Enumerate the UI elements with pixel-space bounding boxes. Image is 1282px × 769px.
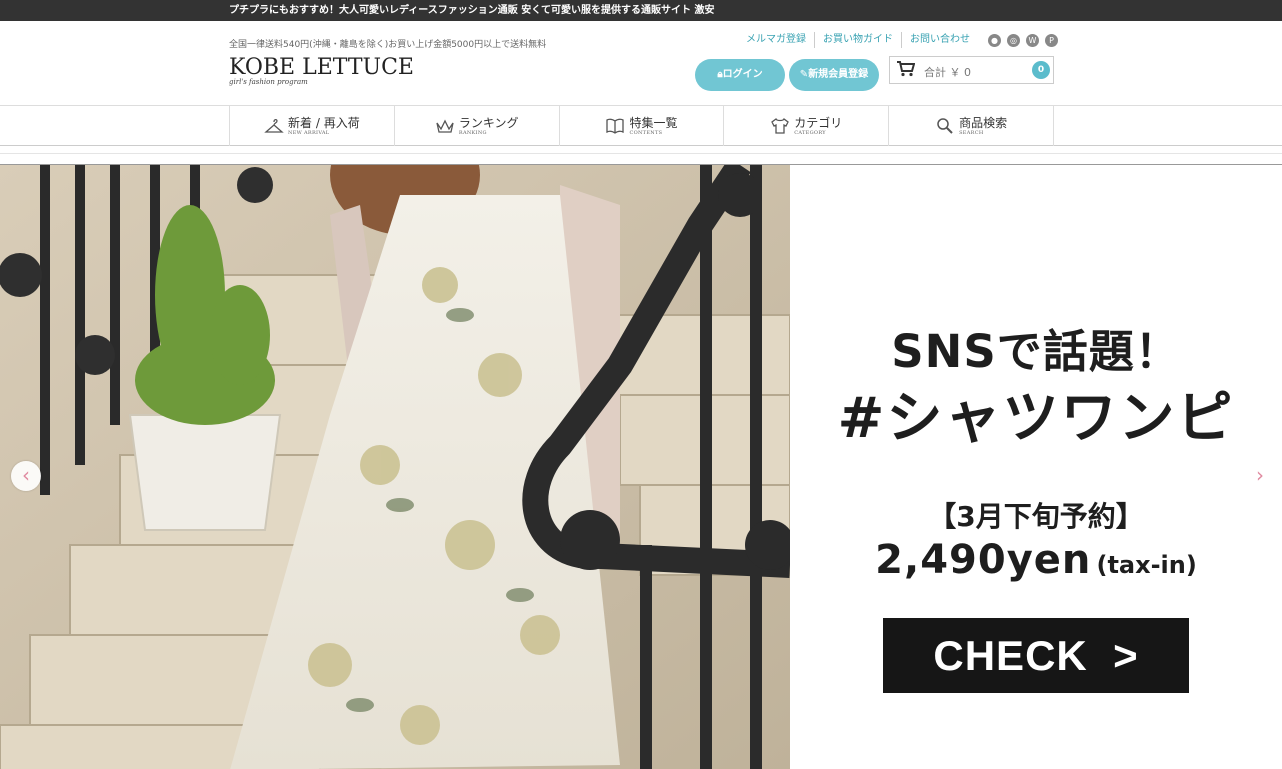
slider-next-button[interactable]: › [1250, 461, 1270, 491]
promo-reservation: 【3月下旬予約】 [928, 500, 1144, 533]
chevron-right-icon: > [1100, 632, 1139, 679]
site-header: 全国一律送料540円(沖縄・離島を除く)お買い上げ金額5000円以上で送料無料 … [0, 21, 1282, 106]
utility-links: メルマガ登録 お買い物ガイド お問い合わせ ● ◎ W P [738, 32, 1058, 48]
nav-label: カテゴリ [794, 115, 843, 130]
nav-ranking[interactable]: ランキング RANKING [395, 106, 560, 146]
nav-sublabel: CATEGORY [794, 129, 826, 136]
wear-icon[interactable]: W [1026, 33, 1039, 47]
hanger-icon [264, 118, 284, 133]
cart-icon [897, 61, 915, 77]
nav-label: 商品検索 [959, 115, 1008, 130]
crown-icon [436, 119, 454, 133]
shopping-guide-link[interactable]: お買い物ガイド [814, 32, 901, 48]
register-button[interactable]: ✎新規会員登録 [789, 59, 879, 91]
nav-search[interactable]: 商品検索 SEARCH [889, 106, 1054, 146]
search-icon [937, 118, 953, 134]
hero-slider: SNSで話題！ #シャツワンピ 【3月下旬予約】 2,490yen (tax-i… [0, 164, 1282, 769]
nav-label: 特集一覧 [629, 115, 678, 130]
divider [0, 153, 1282, 154]
chevron-left-icon: ‹ [22, 463, 30, 487]
social-links: ● ◎ W P [982, 33, 1058, 47]
main-nav: 新着 / 再入荷 NEW ARRIVAL ランキング RANKING 特集一覧 … [0, 106, 1282, 146]
logo-text: KOBE LETTUCE [229, 55, 414, 80]
chevron-right-icon: › [1256, 463, 1264, 487]
promo-tax: (tax-in) [1096, 551, 1197, 579]
nav-category[interactable]: カテゴリ CATEGORY [724, 106, 890, 146]
cart-count-badge: 0 [1032, 61, 1050, 79]
promo-panel[interactable]: SNSで話題！ #シャツワンピ 【3月下旬予約】 2,490yen (tax-i… [790, 165, 1282, 769]
nav-new-arrival[interactable]: 新着 / 再入荷 NEW ARRIVAL [230, 106, 395, 146]
nav-sublabel: SEARCH [959, 129, 984, 136]
cart-widget[interactable]: 合計 ￥ 0 0 [889, 56, 1054, 84]
pencil-icon: ✎ [799, 69, 809, 80]
promo-price: 2,490yen [875, 537, 1092, 583]
login-label: ログイン [722, 69, 763, 80]
hero-photo[interactable] [0, 165, 790, 769]
slider-prev-button[interactable]: ‹ [11, 461, 41, 491]
shipping-note: 全国一律送料540円(沖縄・離島を除く)お買い上げ金額5000円以上で送料無料 [229, 40, 547, 50]
line-icon[interactable]: ● [988, 33, 1001, 47]
pinterest-icon[interactable]: P [1045, 33, 1058, 47]
cart-total: 合計 ￥ 0 [924, 66, 971, 79]
book-icon [606, 118, 625, 134]
check-button[interactable]: CHECK > [883, 618, 1189, 693]
instagram-icon[interactable]: ◎ [1007, 33, 1020, 47]
nav-label: ランキング [458, 115, 519, 130]
contact-link[interactable]: お問い合わせ [901, 32, 978, 48]
nav-sublabel: NEW ARRIVAL [288, 129, 330, 136]
announcement-text: プチプラにもおすすめ！大人可愛いレディースファッション通販 安くて可愛い服を提供… [229, 5, 715, 16]
check-label: CHECK [933, 632, 1088, 679]
site-logo[interactable]: KOBE LETTUCE girl's fashion program [229, 55, 414, 86]
promo-hashtag: #シャツワンピ [837, 386, 1235, 451]
newsletter-link[interactable]: メルマガ登録 [738, 32, 814, 48]
shirt-icon [771, 118, 790, 134]
login-button[interactable]: 🔒︎ログイン [695, 59, 785, 91]
promo-price-row: 2,490yen (tax-in) [790, 537, 1282, 583]
nav-sublabel: RANKING [458, 129, 487, 136]
register-label: 新規会員登録 [808, 69, 869, 80]
announcement-bar: プチプラにもおすすめ！大人可愛いレディースファッション通販 安くて可愛い服を提供… [0, 0, 1282, 21]
nav-contents[interactable]: 特集一覧 CONTENTS [560, 106, 725, 146]
nav-label: 新着 / 再入荷 [288, 115, 360, 130]
nav-sublabel: CONTENTS [629, 129, 663, 136]
promo-headline: SNSで話題！ [891, 325, 1181, 378]
